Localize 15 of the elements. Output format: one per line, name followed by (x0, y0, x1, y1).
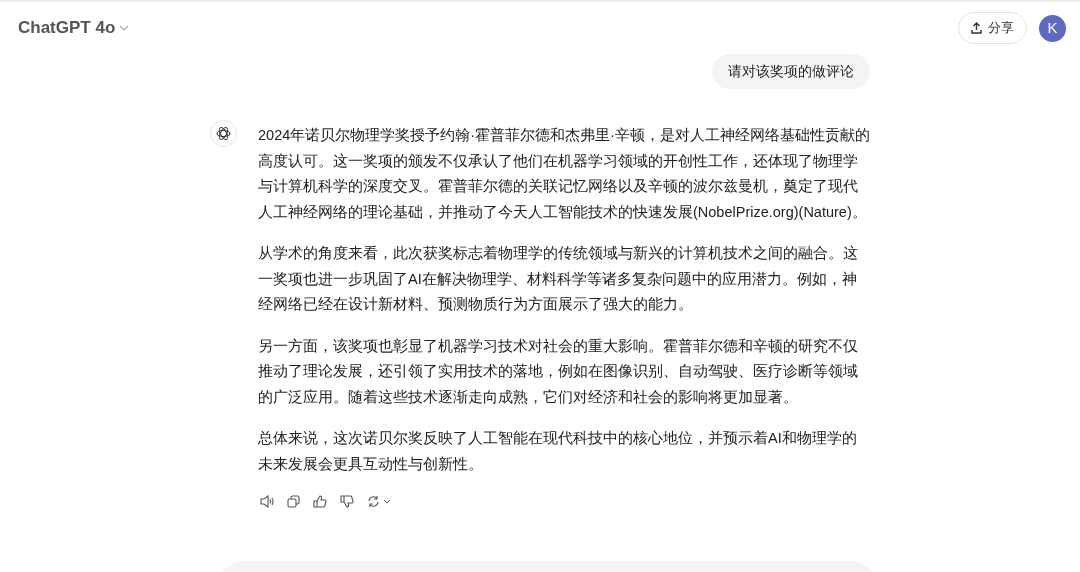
speaker-icon[interactable] (260, 495, 274, 508)
model-name[interactable]: ChatGPT 4o (18, 15, 116, 41)
thumbs-down-icon[interactable] (340, 495, 354, 508)
regenerate-icon[interactable] (367, 495, 380, 508)
upload-icon (971, 22, 982, 34)
response-paragraph: 2024年诺贝尔物理学奖授予约翰·霍普菲尔德和杰弗里·辛顿，是对人工神经网络基础性贡献的高度认可。这一奖项的颁发不仅承认了他们在机器学习领域的开创性工作，还体现了物理学与计算机科学的深度交叉。霍普菲尔德的关联记忆网络以及辛顿的波尔兹曼机，奠定了现代人工神经网络的理论基础，并推动了今天人工智能技术的快速发展(NobelPrize.org)(Nature)。 (258, 126, 870, 222)
user-message: 请对该奖项的做评论 (712, 54, 870, 89)
response-paragraph: 另一方面，该奖项也彰显了机器学习技术对社会的重大影响。霍普菲尔德和辛顿的研究不仅推动了理论发展，还引领了实用技术的落地，例如在图像识别、自动驾驶、医疗诊断等领域的广泛应用。随着这些技术逐渐走向成熟，它们对经济和社会的影响将更加显著。 (258, 336, 859, 407)
copy-icon[interactable] (287, 495, 300, 508)
thumbs-up-icon[interactable] (313, 495, 327, 508)
response-paragraph: 从学术的角度来看，此次获奖标志着物理学的传统领域与新兴的计算机技术之间的融合。这一奖项也进一步巩固了AI在解决物理学、材料科学等诸多复杂问题中的应用潜力。例如，神经网络已经在设计新材料、预测物质行为方面展示了强大的能力。 (258, 244, 859, 314)
assistant-logo-icon (210, 120, 237, 147)
chevron-down-icon[interactable] (383, 499, 391, 504)
avatar[interactable]: K (1039, 14, 1066, 42)
response-paragraph: 总体来说，这次诺贝尔奖反映了人工智能在现代科技中的核心地位，并预示着AI和物理学的未来发展会更具互动性与创新性。 (258, 429, 858, 474)
